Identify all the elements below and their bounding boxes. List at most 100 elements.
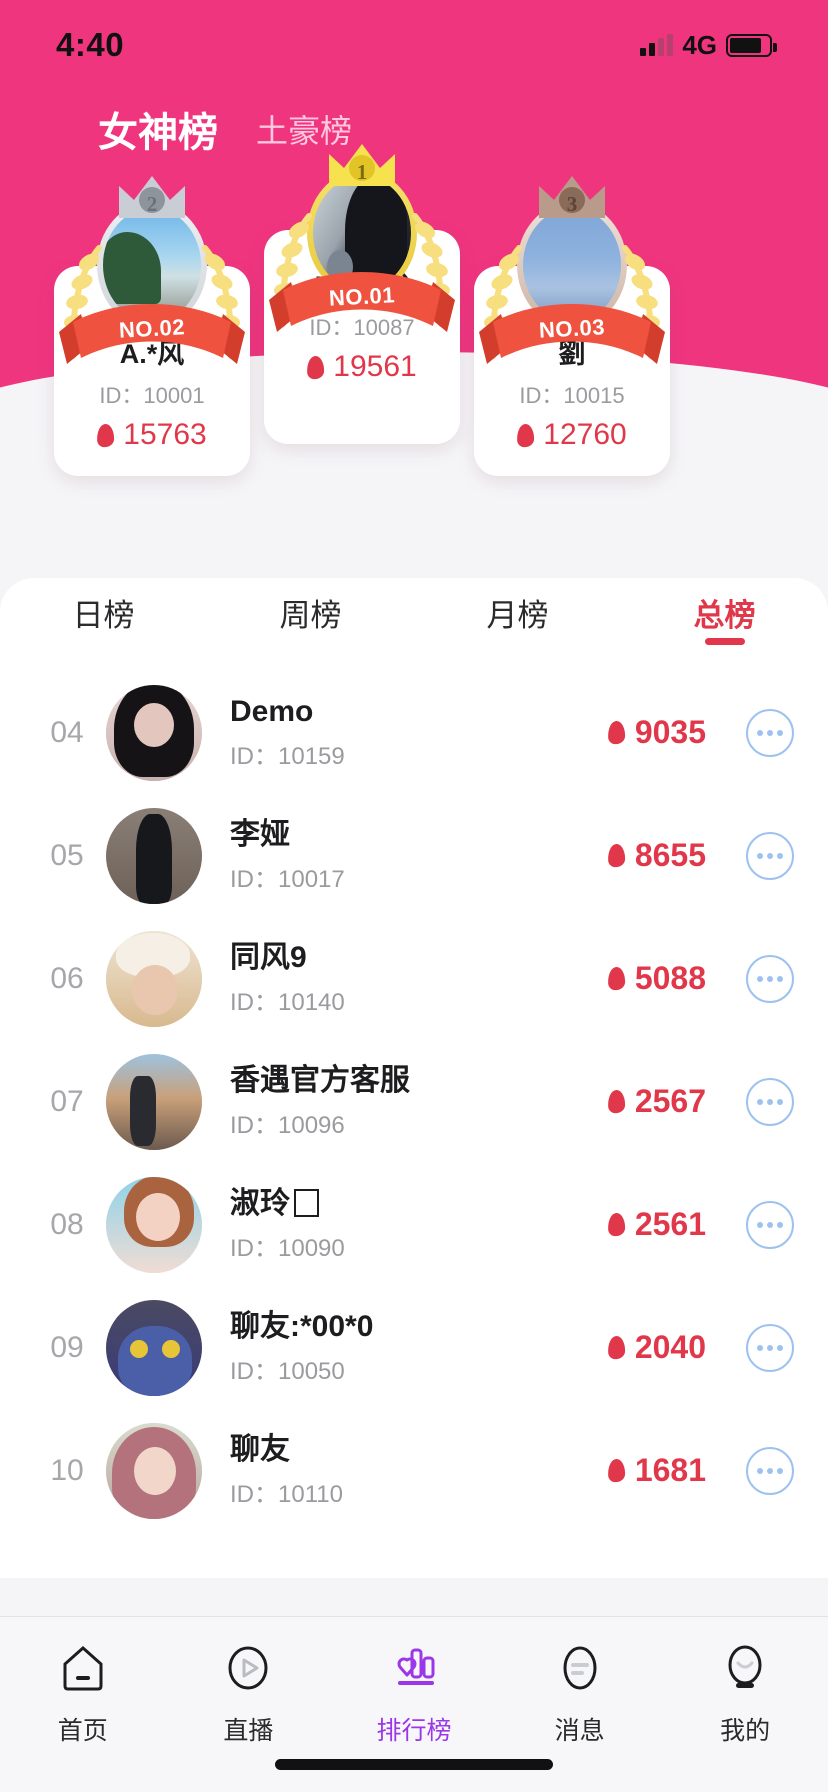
flame-icon	[306, 354, 325, 380]
table-row[interactable]: 10 聊友 ID：10110 1681	[0, 1409, 828, 1532]
signal-bars-icon	[640, 34, 674, 56]
table-row[interactable]: 07 香遇官方客服 ID：10096 2567	[0, 1040, 828, 1163]
row-more-button[interactable]	[746, 831, 794, 880]
row-more-button[interactable]	[746, 1077, 794, 1126]
crown-bronze-icon: 3	[535, 172, 609, 222]
period-tab-bar: 日榜 周榜 月榜 总榜	[0, 590, 828, 670]
row-avatar[interactable]	[106, 1053, 202, 1150]
row-name: 同风9	[230, 940, 307, 974]
avatar-photo-face	[134, 702, 174, 747]
avatar-photo-eye	[130, 1339, 148, 1358]
nav-ranking[interactable]: 排行榜	[331, 1639, 497, 1747]
row-info: 李娅 ID：10017	[202, 817, 608, 895]
row-avatar[interactable]	[106, 807, 202, 904]
podium-hot-value-rank3: 12760	[543, 418, 627, 451]
row-hot-value: 5088	[634, 960, 706, 996]
flame-icon	[607, 843, 626, 868]
header-tab-goddess[interactable]: 女神榜	[98, 100, 218, 158]
row-info: 香遇官方客服 ID：10096	[202, 1063, 608, 1141]
missing-glyph-box	[294, 1188, 319, 1217]
row-hot: 2561	[607, 1206, 706, 1243]
podium-id-rank3: ID：10015	[519, 383, 625, 408]
row-more-button[interactable]	[746, 1200, 794, 1249]
row-more-button[interactable]	[746, 1323, 794, 1372]
row-id: ID：10159	[230, 743, 345, 771]
row-avatar[interactable]	[106, 930, 202, 1027]
status-bar: 4:40 4G	[0, 0, 828, 90]
nav-live[interactable]: 直播	[166, 1639, 332, 1747]
row-hot: 5088	[607, 960, 706, 997]
status-time: 4:40	[56, 26, 125, 63]
tab-monthly-label: 月榜	[486, 598, 549, 633]
table-row[interactable]: 08 淑玲 ID：10090 2561	[0, 1163, 828, 1286]
nav-ranking-label: 排行榜	[376, 1717, 452, 1745]
crown-rank-number-3: 3	[566, 192, 578, 216]
row-avatar[interactable]	[106, 1299, 202, 1396]
podium-ribbon-rank1: NO.01	[269, 270, 455, 346]
row-hot: 2567	[607, 1083, 706, 1120]
avatar-photo-figure	[136, 813, 172, 904]
flame-icon	[96, 422, 115, 448]
table-row[interactable]: 09 聊友:*00*0 ID：10050 2040	[0, 1286, 828, 1409]
row-id: ID：10140	[230, 989, 345, 1017]
row-avatar[interactable]	[106, 1176, 202, 1273]
row-rank: 06	[50, 961, 84, 995]
row-name: 香遇官方客服	[230, 1063, 410, 1097]
row-more-button[interactable]	[746, 1446, 794, 1495]
ranking-list[interactable]: 04 Demo ID：10159 9035 05 李娅 ID：10017 865…	[0, 671, 828, 1533]
podium-ribbon-rank2: NO.02	[59, 302, 245, 378]
podium-medallion-rank1[interactable]: 1 NO.01	[269, 144, 455, 332]
row-id: ID：10096	[230, 1112, 345, 1140]
row-info: 淑玲 ID：10090	[202, 1186, 608, 1264]
tab-daily[interactable]: 日榜	[0, 590, 207, 635]
row-avatar[interactable]	[106, 684, 202, 781]
row-hot-value: 2561	[634, 1206, 706, 1242]
row-more-button[interactable]	[746, 708, 794, 757]
tab-total[interactable]: 总榜	[621, 590, 828, 645]
table-row[interactable]: 05 李娅 ID：10017 8655	[0, 794, 828, 917]
header-tab-tycoon[interactable]: 土豪榜	[256, 106, 352, 152]
row-info: 聊友:*00*0 ID：10050	[202, 1309, 608, 1387]
nav-profile[interactable]: 我的	[662, 1639, 828, 1747]
ranking-screen: 4:40 4G 女神榜 土豪榜 A.*风 ID：10001 15763 Flor…	[0, 0, 828, 1792]
status-indicators: 4G	[640, 30, 777, 61]
row-more-button[interactable]	[746, 954, 794, 1003]
podium-medallion-rank3[interactable]: 3 NO.03	[479, 176, 665, 364]
row-hot: 2040	[607, 1329, 706, 1366]
home-indicator	[275, 1759, 553, 1770]
avatar-photo-cat	[118, 1325, 192, 1396]
nav-home[interactable]: 首页	[0, 1639, 166, 1747]
row-name: 淑玲	[230, 1186, 608, 1223]
row-avatar[interactable]	[106, 1422, 202, 1519]
row-id: ID：10017	[230, 866, 345, 894]
table-row[interactable]: 04 Demo ID：10159 9035	[0, 671, 828, 794]
nav-messages[interactable]: 消息	[497, 1639, 663, 1747]
flame-icon	[607, 1335, 626, 1360]
row-info: 同风9 ID：10140	[202, 940, 608, 1018]
flame-icon	[607, 1458, 626, 1483]
row-hot-value: 2567	[634, 1083, 706, 1119]
tab-weekly[interactable]: 周榜	[207, 590, 414, 635]
podium-medallion-rank2[interactable]: 2 NO.02	[59, 176, 245, 364]
table-row[interactable]: 06 同风9 ID：10140 5088	[0, 917, 828, 1040]
nav-home-label: 首页	[57, 1717, 108, 1745]
nav-live-label: 直播	[223, 1717, 274, 1745]
avatar-photo-eye	[162, 1339, 180, 1358]
podium-id-rank2: ID：10001	[99, 383, 205, 408]
profile-icon	[714, 1639, 776, 1697]
row-rank: 08	[50, 1207, 84, 1241]
row-rank: 07	[50, 1084, 84, 1118]
row-name-text: 淑玲	[230, 1186, 290, 1220]
avatar-photo-face	[132, 964, 178, 1015]
message-icon	[549, 1639, 611, 1697]
crown-rank-number-1: 1	[356, 160, 368, 184]
crown-silver-icon: 2	[115, 172, 189, 222]
row-hot-value: 2040	[634, 1329, 706, 1365]
avatar-photo-figure	[130, 1075, 156, 1146]
podium-hot-rank1: 19561	[264, 350, 460, 384]
podium-hot-value-rank1: 19561	[333, 350, 417, 383]
avatar-photo-face	[134, 1446, 176, 1495]
row-id: ID：10110	[230, 1481, 343, 1509]
tab-monthly[interactable]: 月榜	[414, 590, 621, 635]
row-id: ID：10090	[230, 1235, 345, 1263]
